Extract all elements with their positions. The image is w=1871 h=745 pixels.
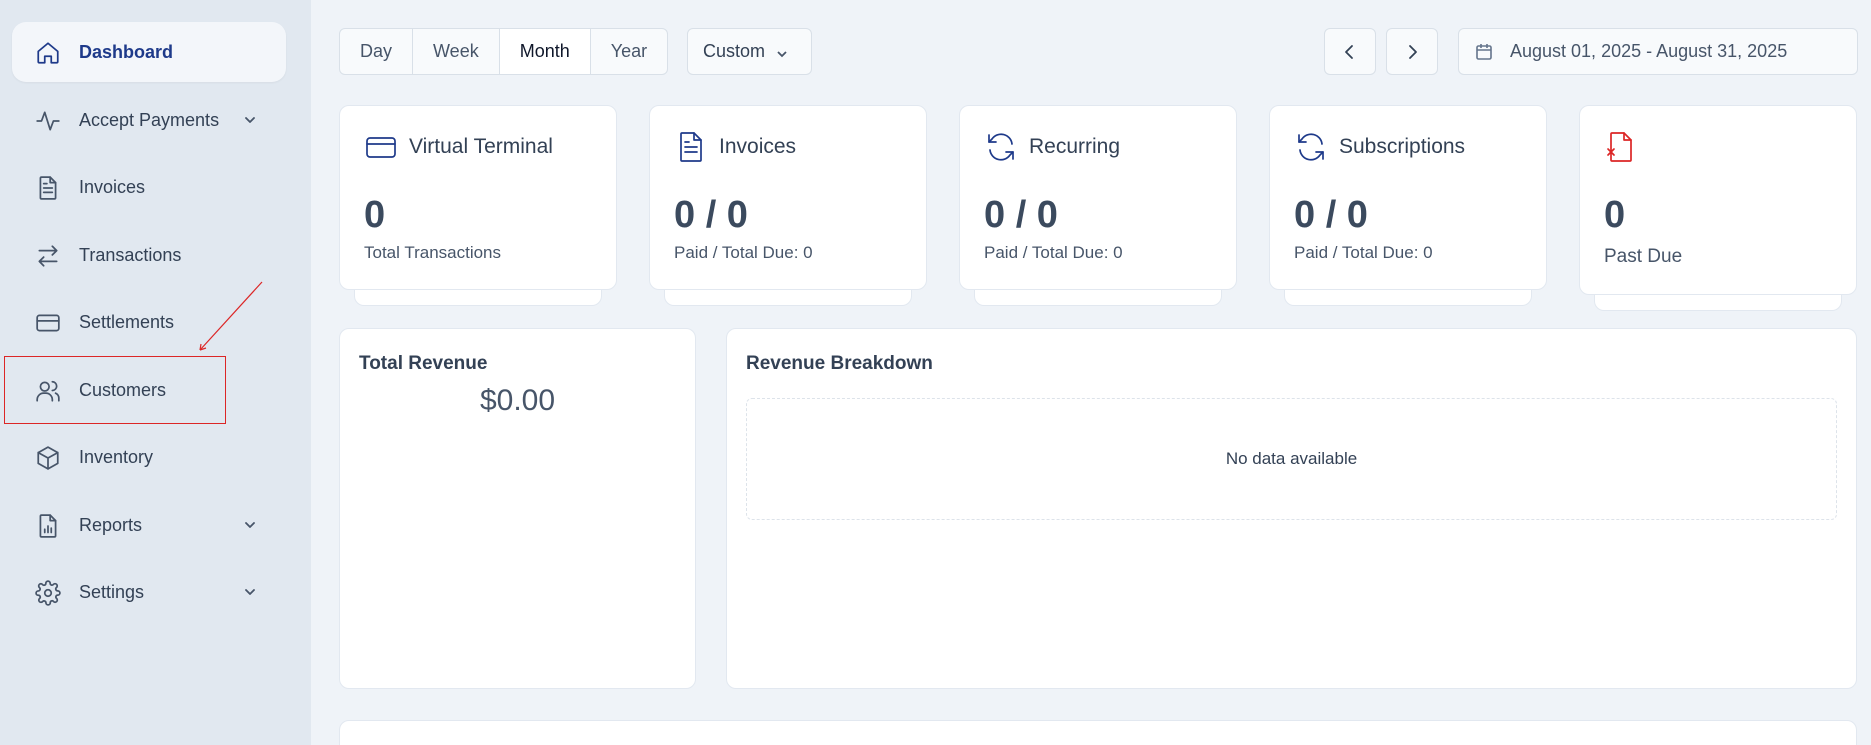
bottom-card xyxy=(339,720,1857,745)
sidebar-item-inventory[interactable]: Inventory xyxy=(12,427,286,487)
sidebar-item-customers[interactable]: Customers xyxy=(12,360,286,420)
panel-title: Revenue Breakdown xyxy=(746,353,933,374)
users-icon xyxy=(34,377,62,405)
total-revenue-card: Total Revenue $0.00 xyxy=(339,328,696,689)
stat-value: 0 xyxy=(1604,194,1626,236)
period-month-button[interactable]: Month xyxy=(499,29,591,74)
date-range-value: August 01, 2025 - August 31, 2025 xyxy=(1510,41,1788,61)
calendar-icon xyxy=(1476,43,1492,60)
stat-title: Virtual Terminal xyxy=(409,135,553,158)
file-x-icon xyxy=(1604,130,1638,164)
sidebar-item-label: Dashboard xyxy=(79,42,174,62)
stat-card-invoices[interactable]: Invoices 0 / 0 Paid / Total Due: 0 xyxy=(649,105,927,290)
stat-value: 0 / 0 xyxy=(674,194,748,236)
sidebar-item-transactions[interactable]: Transactions xyxy=(12,225,286,285)
activity-icon xyxy=(34,107,62,135)
credit-card-icon xyxy=(34,309,62,337)
empty-state: No data available xyxy=(746,398,1837,520)
chevron-right-icon xyxy=(1409,44,1417,59)
sidebar-item-label: Settings xyxy=(79,582,145,602)
stat-subtitle: Past Due xyxy=(1604,246,1683,267)
chevron-down-icon xyxy=(242,584,258,600)
stat-value: 0 / 0 xyxy=(1294,194,1368,236)
box-icon xyxy=(34,444,62,472)
report-icon xyxy=(34,512,62,540)
custom-range-dropdown[interactable]: Custom xyxy=(687,28,812,75)
stat-value: 0 xyxy=(364,194,386,236)
revenue-breakdown-card: Revenue Breakdown No data available xyxy=(726,328,1857,689)
total-revenue-value: $0.00 xyxy=(479,384,556,417)
sidebar-item-invoices[interactable]: Invoices xyxy=(12,157,286,217)
refresh-icon xyxy=(1294,130,1328,164)
sidebar-item-label: Settlements xyxy=(79,312,175,332)
stat-title: Invoices xyxy=(719,135,797,158)
period-year-button[interactable]: Year xyxy=(591,29,667,74)
panel-title: Total Revenue xyxy=(359,353,488,374)
credit-card-icon xyxy=(364,130,398,164)
home-icon xyxy=(34,39,62,67)
previous-period-button[interactable] xyxy=(1324,28,1376,75)
stat-card-past-due[interactable]: 0 Past Due xyxy=(1579,105,1857,295)
period-day-button[interactable]: Day xyxy=(340,29,414,74)
stat-subtitle: Paid / Total Due: 0 xyxy=(984,243,1123,262)
sidebar: Dashboard Accept Payments Invoices Trans… xyxy=(0,0,311,745)
custom-range-label: Custom xyxy=(703,41,766,61)
stat-subtitle: Total Transactions xyxy=(364,243,502,262)
chevron-down-icon xyxy=(242,112,258,128)
stat-title: Recurring xyxy=(1029,135,1121,158)
date-range-picker[interactable]: August 01, 2025 - August 31, 2025 xyxy=(1458,28,1858,75)
sidebar-item-label: Invoices xyxy=(79,177,146,197)
stat-card-recurring[interactable]: Recurring 0 / 0 Paid / Total Due: 0 xyxy=(959,105,1237,290)
document-icon xyxy=(34,174,62,202)
chevron-left-icon xyxy=(1345,44,1353,59)
refresh-icon xyxy=(984,130,1018,164)
stat-value: 0 / 0 xyxy=(984,194,1058,236)
document-icon xyxy=(674,130,708,164)
sidebar-item-label: Reports xyxy=(79,515,143,535)
chevron-down-icon xyxy=(775,45,789,59)
stat-card-subscriptions[interactable]: Subscriptions 0 / 0 Paid / Total Due: 0 xyxy=(1269,105,1547,290)
sidebar-item-settings[interactable]: Settings xyxy=(12,562,286,622)
stat-card-virtual-terminal[interactable]: Virtual Terminal 0 Total Transactions xyxy=(339,105,617,290)
stat-subtitle: Paid / Total Due: 0 xyxy=(1294,243,1433,262)
period-week-button[interactable]: Week xyxy=(413,29,500,74)
sidebar-item-reports[interactable]: Reports xyxy=(12,495,286,555)
period-selector: Day Week Month Year xyxy=(339,28,669,75)
next-period-button[interactable] xyxy=(1386,28,1438,75)
sidebar-item-label: Accept Payments xyxy=(79,110,220,130)
arrows-swap-icon xyxy=(34,242,62,270)
chevron-down-icon xyxy=(242,517,258,533)
empty-state-text: No data available xyxy=(1225,449,1358,468)
sidebar-item-dashboard[interactable]: Dashboard xyxy=(12,22,286,82)
sidebar-item-accept-payments[interactable]: Accept Payments xyxy=(12,90,286,150)
sidebar-item-settlements[interactable]: Settlements xyxy=(12,292,286,352)
gear-icon xyxy=(34,579,62,607)
sidebar-item-label: Transactions xyxy=(79,245,182,265)
sidebar-item-label: Inventory xyxy=(79,447,154,467)
sidebar-item-label: Customers xyxy=(79,380,167,400)
stat-title: Subscriptions xyxy=(1339,135,1466,158)
stat-subtitle: Paid / Total Due: 0 xyxy=(674,243,813,262)
